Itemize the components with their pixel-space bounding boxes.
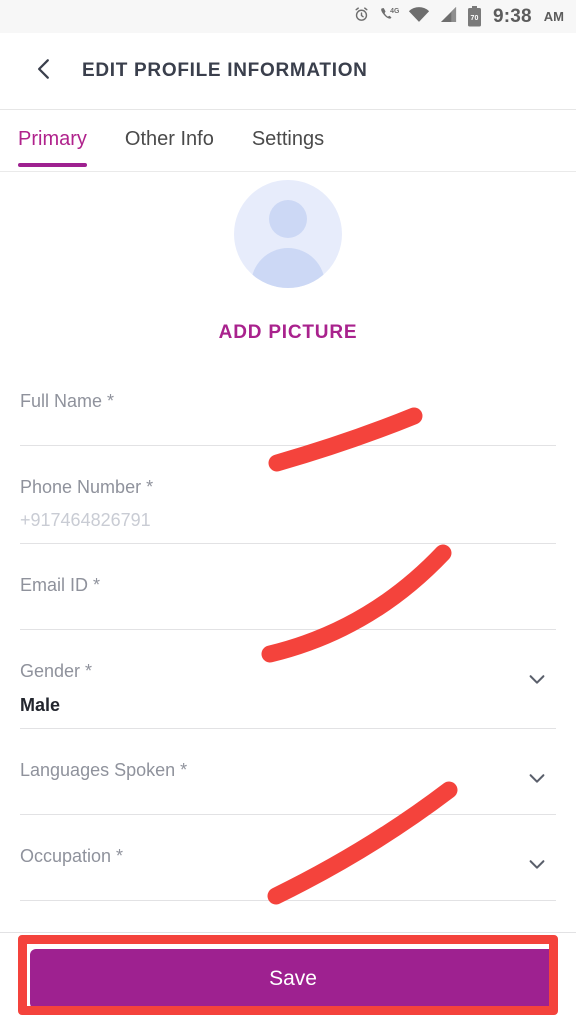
chevron-down-icon[interactable]	[524, 851, 550, 877]
save-button[interactable]: Save	[30, 949, 556, 1009]
form-scroll-area[interactable]: ADD PICTURE Full Name * Phone Number * +…	[0, 172, 576, 932]
profile-form: Full Name * Phone Number * +917464826791…	[0, 390, 576, 901]
profile-picture-block: ADD PICTURE	[0, 172, 576, 344]
app-screen: 4G 70 9:38 AM EDIT PROFILE INFORMATION P…	[0, 0, 576, 1024]
field-languages-spoken[interactable]: Languages Spoken *	[20, 759, 556, 815]
person-avatar-icon-body	[251, 248, 325, 288]
avatar[interactable]	[234, 180, 342, 288]
field-gender[interactable]: Gender * Male	[20, 660, 556, 729]
battery-level-label: 70	[470, 14, 479, 22]
alarm-icon	[353, 6, 370, 28]
app-header: EDIT PROFILE INFORMATION	[0, 33, 576, 110]
field-label: Phone Number *	[20, 477, 154, 497]
chevron-down-icon[interactable]	[524, 666, 550, 692]
tab-other-info[interactable]: Other Info	[125, 128, 214, 167]
field-email-id[interactable]: Email ID *	[20, 574, 556, 631]
field-label: Languages Spoken *	[20, 759, 188, 780]
svg-text:4G: 4G	[390, 7, 399, 14]
status-time: 9:38	[492, 5, 532, 27]
save-bar: Save	[0, 932, 576, 1024]
field-value[interactable]: +917464826791	[20, 510, 556, 531]
tab-bar: Primary Other Info Settings	[0, 110, 576, 172]
field-label: Full Name *	[20, 391, 115, 411]
back-button[interactable]	[18, 45, 70, 97]
status-bar: 4G 70 9:38 AM	[0, 0, 576, 33]
chevron-down-icon[interactable]	[524, 765, 550, 791]
page-title: EDIT PROFILE INFORMATION	[82, 60, 368, 81]
wifi-icon	[408, 6, 430, 28]
tab-primary[interactable]: Primary	[18, 128, 87, 167]
signal-icon	[439, 6, 458, 28]
person-avatar-icon-head	[269, 200, 307, 238]
field-phone-number[interactable]: Phone Number * +917464826791	[20, 476, 556, 545]
field-full-name[interactable]: Full Name *	[20, 390, 556, 446]
battery-icon: 70	[467, 6, 482, 27]
field-label: Email ID *	[20, 575, 101, 596]
status-ampm: AM	[543, 9, 564, 24]
field-value[interactable]: Male	[20, 695, 556, 716]
field-occupation[interactable]: Occupation *	[20, 845, 556, 901]
chevron-left-icon	[31, 56, 57, 87]
tab-settings[interactable]: Settings	[252, 128, 324, 167]
field-label: Occupation *	[20, 845, 124, 866]
field-label: Gender *	[20, 661, 93, 682]
add-picture-button[interactable]: ADD PICTURE	[219, 322, 358, 344]
call-4g-icon: 4G	[379, 6, 399, 28]
